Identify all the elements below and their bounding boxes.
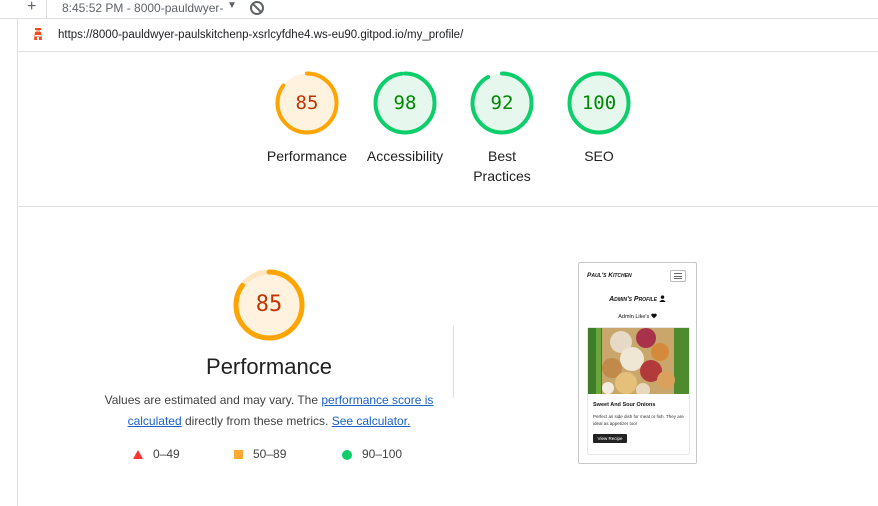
gauge-performance[interactable]: 85 xyxy=(275,71,339,135)
left-border xyxy=(17,18,18,506)
legend-pass: 90–100 xyxy=(342,447,402,461)
vertical-divider xyxy=(453,326,454,398)
recipe-card: Sweet And Sour Onions Perfect as side di… xyxy=(587,327,690,455)
gauge-score: 92 xyxy=(490,92,514,114)
screenshot-heading: Admin's Profile xyxy=(579,295,696,303)
performance-score: 85 xyxy=(255,292,283,317)
legend-fail: 0–49 xyxy=(133,447,180,461)
square-icon xyxy=(234,450,243,460)
browser-tab-strip: + 8:45:52 PM - 8000-pauldwyer- ▼ xyxy=(0,0,878,19)
desc-text-2: directly from these metrics. xyxy=(181,414,332,428)
circle-icon xyxy=(342,449,352,460)
performance-description: Values are estimated and may vary. The p… xyxy=(100,390,438,432)
view-recipe-button: View Recipe xyxy=(593,434,627,443)
heart-icon xyxy=(651,313,657,319)
hamburger-icon xyxy=(670,270,686,282)
performance-title: Performance xyxy=(206,354,332,379)
block-icon[interactable] xyxy=(250,1,264,15)
page-screenshot[interactable]: Paul's Kitchen Admin's Profile Admin Lik… xyxy=(578,262,697,464)
desc-text-1: Values are estimated and may vary. The xyxy=(104,393,322,407)
gauge-label: Performance xyxy=(266,148,348,164)
legend-average-range: 50–89 xyxy=(253,447,287,461)
triangle-icon xyxy=(133,450,143,460)
tab-divider xyxy=(46,0,47,18)
recipe-description: Perfect as side dish for meat or fish. T… xyxy=(593,414,684,426)
gauge-seo[interactable]: 100 xyxy=(567,71,631,135)
screenshot-heading-text: Admin's Profile xyxy=(609,296,657,303)
gauge-score: 85 xyxy=(295,92,319,114)
calculator-link[interactable]: See calculator. xyxy=(332,414,411,428)
legend-pass-range: 90–100 xyxy=(362,447,403,461)
screenshot-brand: Paul's Kitchen xyxy=(587,272,632,279)
gauge-label: Best Practices xyxy=(473,148,531,184)
section-divider xyxy=(18,206,878,207)
gauge-accessibility[interactable]: 98 xyxy=(373,71,437,135)
tab-title[interactable]: 8:45:52 PM - 8000-pauldwyer- xyxy=(62,1,223,15)
gauge-label: SEO xyxy=(584,148,614,164)
screenshot-likes: Admin Like's xyxy=(579,313,696,320)
plus-icon[interactable]: + xyxy=(27,0,36,16)
recipe-title: Sweet And Sour Onions xyxy=(593,402,656,408)
legend-average: 50–89 xyxy=(234,447,286,461)
caret-down-icon[interactable]: ▼ xyxy=(227,0,237,11)
report-url[interactable]: https://8000-pauldwyer-paulskitchenp-xsr… xyxy=(58,29,463,41)
user-icon xyxy=(659,295,666,302)
gauge-label: Accessibility xyxy=(366,148,444,164)
recipe-image xyxy=(588,328,689,394)
performance-gauge-large: 85 xyxy=(233,269,305,341)
screenshot-likes-text: Admin Like's xyxy=(618,314,650,320)
legend-fail-range: 0–49 xyxy=(153,447,180,461)
gauge-best-practices[interactable]: 92 xyxy=(470,71,534,135)
gauge-score: 98 xyxy=(393,92,417,114)
report-url-bar: https://8000-pauldwyer-paulskitchenp-xsr… xyxy=(18,18,878,52)
gauge-score: 100 xyxy=(581,92,617,114)
lighthouse-icon xyxy=(34,28,42,40)
